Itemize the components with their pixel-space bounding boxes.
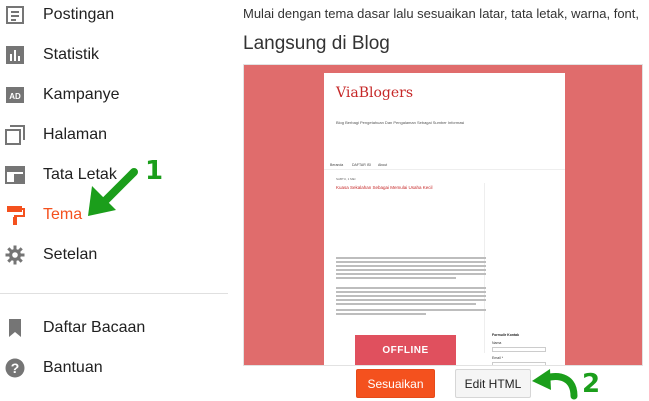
- sidebar-item-label: Postingan: [43, 6, 115, 23]
- text-line: [336, 309, 486, 311]
- svg-text:AD: AD: [9, 92, 21, 101]
- text-line: [336, 287, 486, 289]
- gear-icon: [5, 245, 25, 265]
- sidebar-item-daftar-bacaan[interactable]: Daftar Bacaan: [0, 310, 232, 346]
- text-line: [336, 303, 476, 305]
- contact-input: [492, 362, 546, 365]
- blog-title: ViaBlogers: [336, 85, 414, 101]
- contact-label: Email *: [492, 356, 504, 360]
- paint-roller-icon: [5, 205, 25, 225]
- annotation-step-1: 1: [145, 156, 164, 186]
- sidebar-item-postingan[interactable]: Postingan: [0, 0, 232, 33]
- text-line: [336, 295, 486, 297]
- stats-icon: [5, 45, 25, 65]
- sidebar-item-kampanye[interactable]: AD Kampanye: [0, 77, 232, 113]
- ad-icon: AD: [5, 85, 25, 105]
- contact-input: [492, 347, 546, 352]
- text-line: [336, 261, 486, 263]
- text-line: [336, 265, 486, 267]
- help-icon: ?: [5, 358, 25, 378]
- sidebar-item-label: Statistik: [43, 46, 100, 63]
- blog-description: Blog Berbagi Pengetahuan Dan Pengalaman …: [336, 120, 465, 125]
- sidebar-item-label: Tema: [43, 206, 83, 223]
- edit-html-button[interactable]: Edit HTML: [455, 369, 531, 398]
- sidebar-item-label: Halaman: [43, 126, 108, 143]
- sidebar-item-bantuan[interactable]: ? Bantuan: [0, 350, 232, 386]
- blog-tab: DAFTAR ISI: [352, 163, 371, 167]
- sidebar-item-label: Kampanye: [43, 86, 120, 103]
- post-title: Kuasa Sekalahan Sebagai Memulai Usaha Ke…: [336, 185, 433, 190]
- text-line: [336, 313, 426, 315]
- sidebar-item-label: Bantuan: [43, 359, 103, 376]
- theme-intro-text: Mulai dengan tema dasar lalu sesuaikan l…: [243, 6, 640, 21]
- text-line: [336, 269, 486, 271]
- column-divider: [484, 183, 485, 353]
- sidebar-divider: [0, 293, 228, 294]
- posts-icon: [5, 5, 25, 25]
- blog-page: ViaBlogers Blog Berbagi Pengetahuan Dan …: [324, 73, 565, 365]
- sidebar-item-label: Setelan: [43, 246, 98, 263]
- layout-icon: [5, 165, 25, 185]
- sidebar-item-halaman[interactable]: Halaman: [0, 117, 232, 153]
- pages-icon: [5, 125, 25, 145]
- customize-button[interactable]: Sesuaikan: [356, 369, 435, 398]
- sidebar-item-statistik[interactable]: Statistik: [0, 37, 232, 73]
- section-title: Langsung di Blog: [243, 33, 390, 54]
- blog-tab: Beranda: [330, 163, 344, 167]
- annotation-arrow-2: [532, 369, 578, 400]
- text-line: [336, 299, 486, 301]
- blog-preview[interactable]: ViaBlogers Blog Berbagi Pengetahuan Dan …: [243, 64, 643, 366]
- contact-label: Nama: [492, 341, 502, 345]
- blog-tabs: Beranda DAFTAR ISI About: [324, 163, 565, 170]
- post-meta: SABTU, 1 MEI: [336, 177, 356, 181]
- sidebar-item-label: Daftar Bacaan: [43, 319, 146, 336]
- blog-tab: About: [378, 163, 388, 167]
- svg-text:?: ?: [11, 360, 20, 376]
- text-line: [336, 277, 456, 279]
- text-line: [336, 291, 486, 293]
- annotation-step-2: 2: [582, 369, 601, 399]
- text-line: [336, 257, 486, 259]
- bookmark-icon: [5, 318, 25, 338]
- contact-form-heading: Formulir Kontak: [492, 333, 520, 337]
- offline-badge: OFFLINE: [355, 335, 456, 365]
- text-line: [336, 273, 486, 275]
- sidebar-item-setelan[interactable]: Setelan: [0, 237, 232, 273]
